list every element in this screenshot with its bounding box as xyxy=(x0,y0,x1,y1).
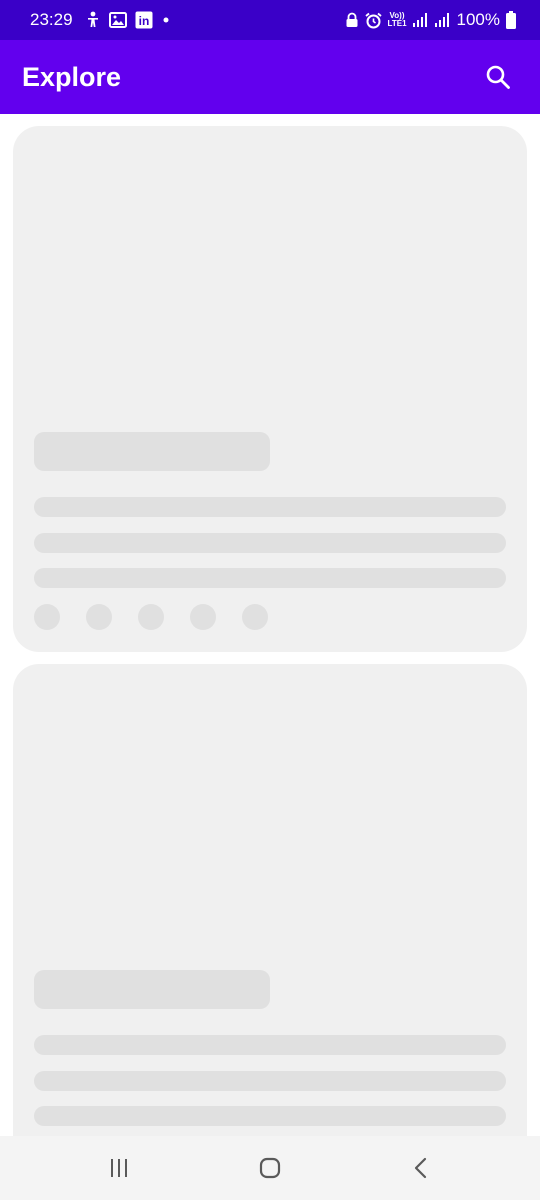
skeleton-line xyxy=(34,1035,506,1055)
skeleton-line xyxy=(34,1071,506,1091)
status-bar-right: Vo)) LTE1 100% xyxy=(345,10,516,30)
page-title: Explore xyxy=(22,61,122,92)
status-bar: 23:29 in Vo)) LTE1 100% xyxy=(0,0,540,40)
skeleton-line xyxy=(34,533,506,553)
system-nav-bar xyxy=(0,1136,540,1200)
recents-icon xyxy=(111,1159,127,1177)
home-icon xyxy=(259,1157,281,1179)
skeleton-title xyxy=(34,432,270,471)
battery-text: 100% xyxy=(456,10,500,29)
volte-icon: Vo)) LTE1 xyxy=(388,12,407,28)
skeleton-line xyxy=(34,497,506,517)
loading-card xyxy=(13,126,527,652)
recents-button[interactable] xyxy=(99,1148,139,1188)
search-icon xyxy=(486,65,510,89)
skeleton-title xyxy=(34,970,270,1009)
linkedin-icon: in xyxy=(135,11,153,29)
alarm-icon xyxy=(364,12,382,29)
home-button[interactable] xyxy=(250,1148,290,1188)
skeleton-dot xyxy=(86,604,112,630)
loading-card xyxy=(13,664,527,1136)
skeleton-line xyxy=(34,1106,506,1126)
search-button[interactable] xyxy=(478,57,518,97)
explore-list[interactable] xyxy=(0,114,540,1136)
signal-icon xyxy=(434,13,451,27)
skeleton-line xyxy=(34,568,506,588)
back-button[interactable] xyxy=(401,1148,441,1188)
skeleton-dot xyxy=(34,604,60,630)
skeleton-dot xyxy=(242,604,268,630)
battery-icon xyxy=(506,11,516,29)
status-bar-left: 23:29 in xyxy=(30,10,171,30)
lock-icon xyxy=(345,12,359,28)
status-time: 23:29 xyxy=(30,10,73,29)
skeleton-dot xyxy=(190,604,216,630)
app-bar: Explore xyxy=(0,40,540,114)
linkedin-label: in xyxy=(138,14,149,28)
skeleton-dots xyxy=(34,604,268,630)
skeleton-dot xyxy=(138,604,164,630)
back-icon xyxy=(414,1157,427,1179)
volte-bottom-label: LTE1 xyxy=(387,19,407,28)
notification-dot-icon xyxy=(161,15,171,25)
accessibility-icon xyxy=(85,11,101,29)
image-icon xyxy=(108,12,127,28)
signal-icon xyxy=(412,13,429,27)
